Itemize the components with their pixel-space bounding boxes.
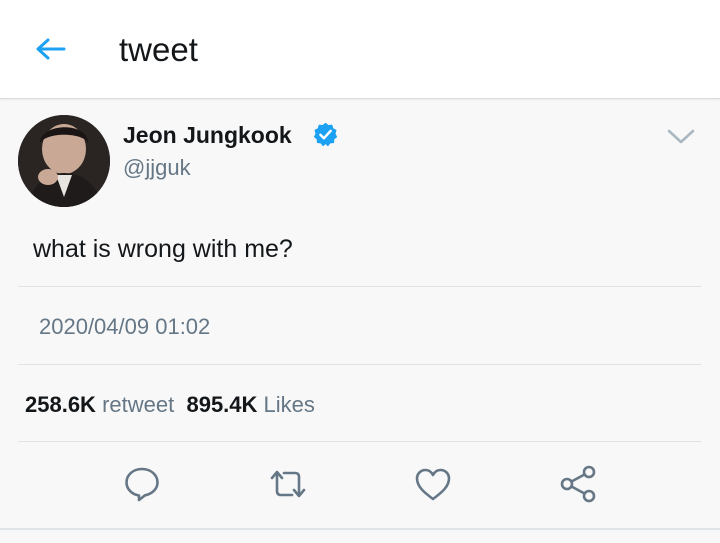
- tweet-stats: 258.6K retweet 895.4K Likes: [25, 390, 315, 420]
- chevron-down-icon[interactable]: [666, 126, 696, 148]
- display-name[interactable]: Jeon Jungkook: [123, 120, 292, 150]
- retweet-label[interactable]: retweet: [102, 392, 174, 417]
- divider: [18, 364, 701, 365]
- arrow-left-icon: [36, 38, 66, 60]
- avatar[interactable]: [18, 115, 110, 207]
- top-bar: tweet: [0, 0, 720, 99]
- share-nodes-icon: [560, 465, 596, 503]
- likes-count[interactable]: 895.4K: [186, 392, 257, 417]
- action-bar: [0, 460, 720, 510]
- divider: [18, 286, 701, 287]
- reply-button[interactable]: [122, 464, 162, 504]
- bottom-divider: [0, 528, 720, 530]
- verified-badge-icon: [313, 122, 338, 147]
- back-button[interactable]: [28, 29, 72, 69]
- share-button[interactable]: [558, 464, 598, 504]
- likes-label[interactable]: Likes: [264, 392, 315, 417]
- divider: [18, 441, 701, 442]
- user-handle[interactable]: @jjguk: [123, 154, 191, 182]
- avatar-photo: [18, 115, 110, 207]
- tweet-timestamp: 2020/04/09 01:02: [39, 314, 211, 339]
- retweet-button[interactable]: [268, 464, 308, 504]
- page-title: tweet: [119, 31, 198, 68]
- tweet-text: what is wrong with me?: [33, 235, 293, 263]
- retweet-count[interactable]: 258.6K: [25, 392, 96, 417]
- speech-bubble-icon: [125, 467, 159, 502]
- retweet-arrows-icon: [270, 470, 306, 498]
- like-button[interactable]: [413, 464, 453, 504]
- heart-icon: [415, 468, 451, 501]
